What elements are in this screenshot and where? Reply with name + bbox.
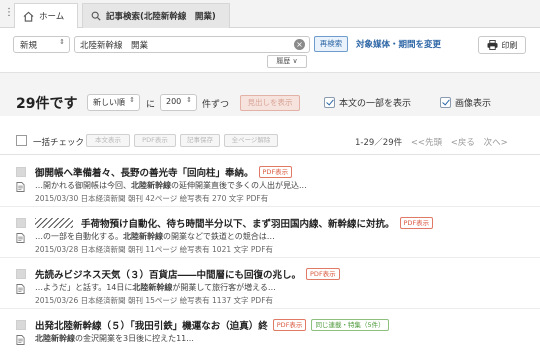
snippet-text: の延伸開業直後で多くの人出が見込...	[171, 181, 307, 190]
sort-select[interactable]: 新しい順 ⇕	[87, 94, 140, 111]
printer-icon	[487, 40, 497, 50]
list-item: 手荷物預け自動化、待ち時間半分以下、まず羽田国内線、新幹線に対抗。 PDF表示 …	[0, 207, 540, 258]
list-item: 出発北陸新幹線（５）「我田引鉄」機運なお（迫真）終 PDF表示 同じ連載・特集（…	[0, 309, 540, 359]
first-page-link[interactable]: <<先頭	[411, 138, 442, 148]
image-display-checkbox[interactable]: 画像表示	[440, 96, 491, 109]
next-page-link[interactable]: 次へ>	[484, 138, 508, 148]
show-body-button[interactable]: 本文表示	[86, 134, 130, 147]
label-ni: に	[146, 100, 156, 110]
body-part-label: 本文の一部を表示	[339, 99, 412, 109]
result-count: 29件です	[16, 96, 78, 112]
search-icon	[91, 11, 101, 21]
article-snippet: …の一部を自動化する。北陸新幹線の開業などで鉄道との競合は…	[35, 231, 275, 242]
thumbnail-image	[35, 218, 73, 228]
change-media-link[interactable]: 対象媒体・期間を変更	[356, 38, 441, 50]
snippet-keyword: 北陸新幹線	[123, 232, 163, 241]
snippet-text: …の一部を自動化する。	[35, 232, 123, 241]
snippet-keyword: 北陸新幹線	[131, 181, 171, 190]
show-headlines-button[interactable]: 見出しを表示	[240, 95, 300, 111]
body-part-checkbox[interactable]: 本文の一部を表示	[324, 96, 411, 109]
document-icon	[16, 233, 25, 243]
document-icon	[16, 182, 25, 192]
snippet-text: …ようだ」と話す。14日に	[35, 283, 133, 292]
checkbox-checked-icon	[440, 97, 451, 108]
snippet-keyword: 北陸新幹線	[132, 283, 173, 292]
clear-all-pages-button[interactable]: 全ページ解除	[224, 134, 278, 147]
pager: 1-29／29件 <<先頭 <戻る 次へ>	[355, 136, 508, 148]
article-title[interactable]: 先読みビジネス天気（３）百貨店――中間層にも回復の兆し。 PDF表示	[35, 267, 340, 281]
article-snippet: …ようだ」と話す。14日に北陸新幹線が開業して旅行客が増える…	[35, 282, 276, 293]
article-meta: 2015/03/30 日本経済新聞 朝刊 42ページ 絵写表有 270 文字 P…	[35, 194, 269, 203]
select-arrow-icon: ⇕	[186, 96, 192, 104]
research-button[interactable]: 再検索	[314, 36, 348, 52]
pdf-badge[interactable]: PDF表示	[258, 166, 293, 178]
snippet-text: …開かれる御開帳は今回、	[35, 181, 131, 190]
article-snippet: …開かれる御開帳は今回、北陸新幹線の延伸開業直後で多くの人出が見込...	[35, 180, 307, 191]
snippet-text: が開業して旅行客が増える…	[172, 283, 276, 292]
save-article-button[interactable]: 記事保存	[180, 134, 220, 147]
prev-page-link[interactable]: <戻る	[451, 138, 475, 148]
pdf-badge[interactable]: PDF表示	[306, 268, 340, 280]
tab-bar: ⋮ ホーム 記事検索(北陸新幹線 開業)	[0, 0, 540, 28]
per-page-value: 200	[166, 97, 182, 106]
tab-search-label: 記事検索(北陸新幹線 開業)	[106, 12, 216, 22]
snippet-keyword: 北陸新幹線	[35, 334, 75, 343]
result-range: 1-29／29件	[355, 138, 403, 148]
result-toolbar: 29件です 新しい順 ⇕ に 200 ⇕ 件ずつ 見出しを表示 本文の一部を表示…	[0, 72, 540, 116]
document-icon	[16, 335, 25, 345]
select-arrow-icon: ⇕	[59, 38, 65, 46]
checkbox-checked-icon	[324, 97, 335, 108]
home-icon	[23, 11, 34, 22]
article-title-text: 先読みビジネス天気（３）百貨店――中間層にも回復の兆し。	[35, 270, 302, 281]
article-checkbox[interactable]	[16, 167, 26, 177]
article-checkbox[interactable]	[16, 218, 26, 228]
keyword-input[interactable]: 北陸新幹線 開業 ×	[74, 36, 310, 53]
list-item: 先読みビジネス天気（３）百貨店――中間層にも回復の兆し。 PDF表示 …ようだ」…	[0, 258, 540, 309]
keyword-value: 北陸新幹線 開業	[80, 41, 149, 51]
print-button[interactable]: 印刷	[478, 36, 526, 54]
bulk-check-checkbox[interactable]	[16, 135, 27, 146]
select-arrow-icon: ⇕	[129, 96, 135, 104]
image-display-label: 画像表示	[455, 99, 492, 109]
history-button[interactable]: 履歴 ∨	[267, 55, 307, 68]
article-title[interactable]: 出発北陸新幹線（５）「我田引鉄」機運なお（迫真）終 PDF表示 同じ連載・特集（…	[35, 318, 389, 332]
print-label: 印刷	[501, 40, 518, 50]
document-icon	[16, 284, 25, 294]
pdf-badge[interactable]: PDF表示	[399, 217, 434, 229]
article-title-text: 手荷物預け自動化、待ち時間半分以下、まず羽田国内線、新幹線に対抗。	[81, 219, 395, 230]
snippet-text: の開業などで鉄道との競合は…	[163, 232, 275, 241]
label-zutsu: 件ずつ	[202, 100, 230, 110]
article-meta: 2015/03/28 日本経済新聞 朝刊 11ページ 絵写表有 1021 文字 …	[35, 245, 274, 254]
article-meta: 2015/03/26 日本経済新聞 朝刊 15ページ 絵写表有 1137 文字 …	[35, 296, 274, 305]
list-header: 一括チェック 本文表示 PDF表示 記事保存 全ページ解除 1-29／29件 <…	[0, 127, 540, 155]
article-checkbox[interactable]	[16, 269, 26, 279]
search-bar: 新規 ⇕ 北陸新幹線 開業 × 再検索 対象媒体・期間を変更 印刷 履歴 ∨	[0, 28, 540, 72]
more-icon[interactable]: ⋮	[4, 7, 14, 18]
tab-home-label: ホーム	[39, 12, 65, 22]
list-item: 御開帳へ準備着々、長野の善光寺「回向柱」奉納。 PDF表示 …開かれる御開帳は今…	[0, 156, 540, 207]
article-title-text: 出発北陸新幹線（５）「我田引鉄」機運なお（迫真）終	[35, 321, 268, 332]
bulk-check-label: 一括チェック	[33, 138, 85, 148]
show-pdf-button[interactable]: PDF表示	[134, 134, 176, 147]
article-snippet: 北陸新幹線の金沢開業を3日後に控えた11...	[35, 333, 194, 344]
article-title[interactable]: 御開帳へ準備着々、長野の善光寺「回向柱」奉納。 PDF表示	[35, 165, 293, 179]
article-checkbox[interactable]	[16, 320, 26, 330]
scope-value: 新規	[20, 41, 38, 51]
clear-icon[interactable]: ×	[294, 39, 305, 50]
tab-home[interactable]: ホーム	[14, 3, 78, 28]
snippet-text: の金沢開業を3日後に控えた11...	[75, 334, 194, 343]
article-title-text: 御開帳へ準備着々、長野の善光寺「回向柱」奉納。	[35, 168, 254, 179]
pdf-badge[interactable]: PDF表示	[272, 319, 307, 331]
article-title[interactable]: 手荷物預け自動化、待ち時間半分以下、まず羽田国内線、新幹線に対抗。 PDF表示	[35, 216, 434, 230]
tab-article-search[interactable]: 記事検索(北陸新幹線 開業)	[82, 3, 230, 28]
per-page-select[interactable]: 200 ⇕	[160, 94, 197, 111]
scope-select[interactable]: 新規 ⇕	[13, 36, 70, 53]
series-badge[interactable]: 同じ連載・特集（5件）	[311, 319, 389, 331]
sort-value: 新しい順	[93, 98, 125, 107]
